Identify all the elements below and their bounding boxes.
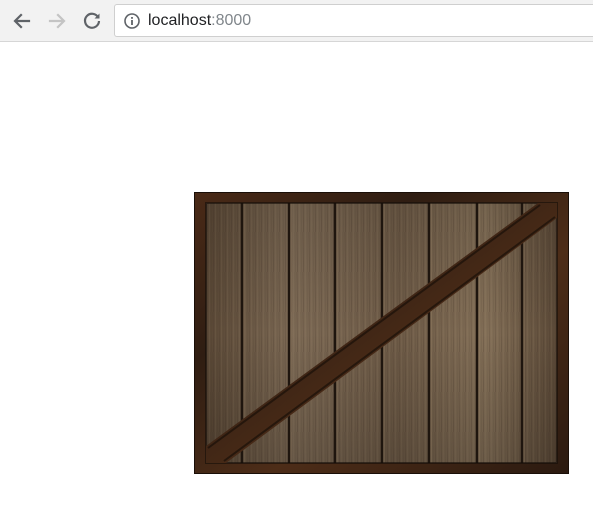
forward-arrow-icon (48, 13, 66, 29)
browser-toolbar: localhost:8000 (0, 0, 593, 42)
info-icon[interactable] (124, 13, 140, 29)
crate-graphic (194, 192, 569, 474)
page-viewport (0, 42, 593, 505)
forward-button[interactable] (43, 7, 71, 35)
url-text[interactable]: localhost:8000 (148, 12, 251, 30)
reload-icon (83, 12, 101, 29)
back-arrow-icon (13, 13, 31, 29)
back-button[interactable] (8, 7, 36, 35)
wooden-crate-image (194, 192, 569, 474)
address-bar[interactable]: localhost:8000 (114, 4, 593, 37)
url-port: :8000 (211, 12, 252, 29)
url-host: localhost (148, 12, 212, 29)
reload-button[interactable] (78, 7, 106, 35)
